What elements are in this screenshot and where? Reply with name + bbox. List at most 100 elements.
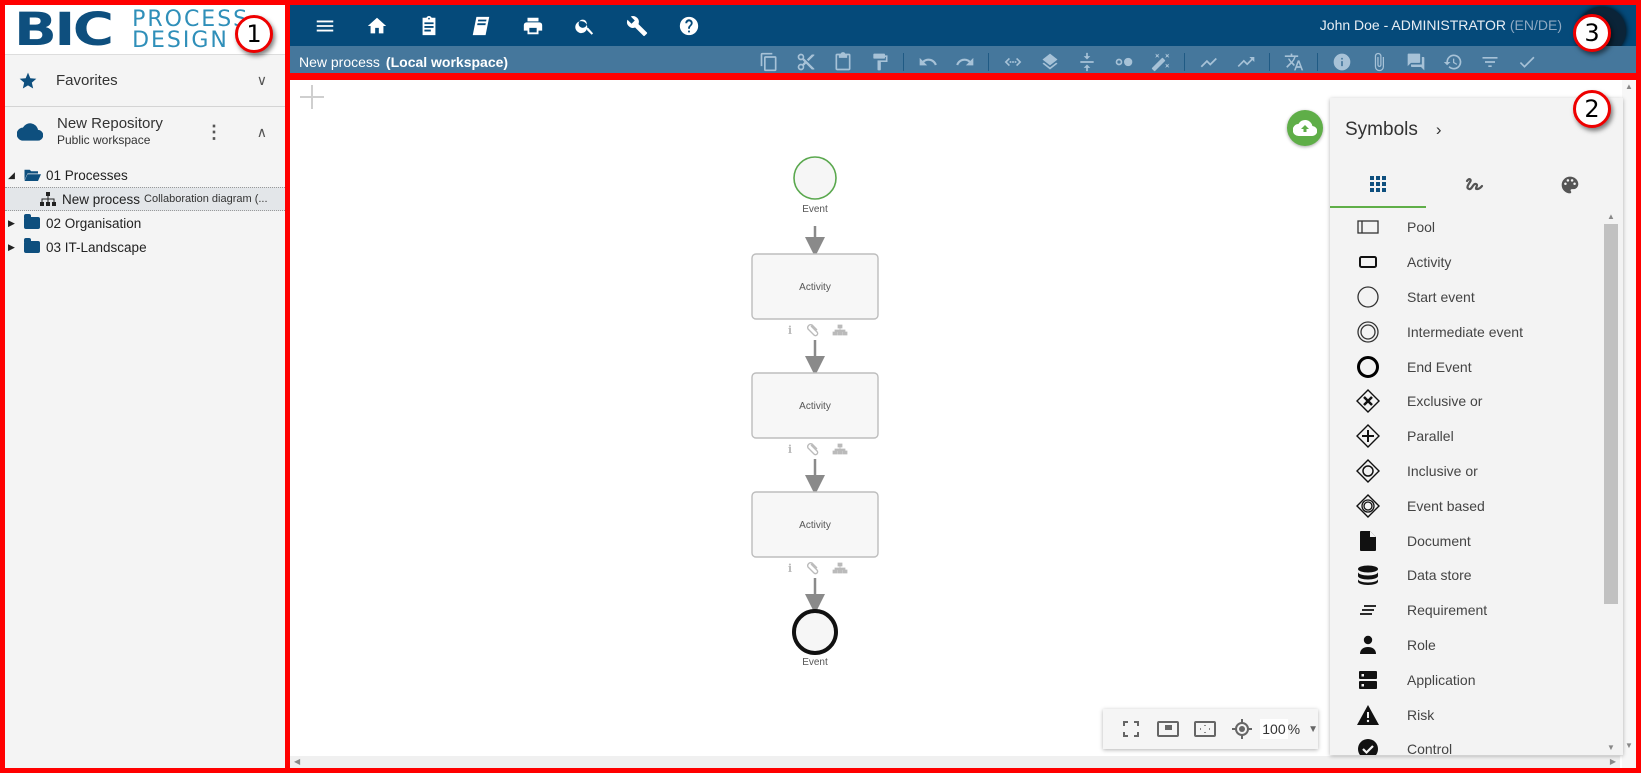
print-icon[interactable] xyxy=(507,5,559,46)
toggle-dots-icon[interactable] xyxy=(1105,46,1142,77)
hierarchy-icon[interactable] xyxy=(832,443,848,455)
check-icon[interactable] xyxy=(1508,46,1545,77)
symbol-item-data-store[interactable]: Data store xyxy=(1330,558,1623,593)
activity-label: Activity xyxy=(799,520,831,531)
more-vert-icon[interactable]: ⋮ xyxy=(205,122,223,143)
attachment-icon[interactable] xyxy=(1360,46,1397,77)
compress-icon[interactable] xyxy=(1068,46,1105,77)
search-icon[interactable] xyxy=(559,5,611,46)
symbol-item-role[interactable]: Role xyxy=(1330,628,1623,663)
tab-palette[interactable] xyxy=(1522,162,1618,208)
symbol-item-requirement[interactable]: Requirement xyxy=(1330,593,1623,628)
clipboard-icon[interactable] xyxy=(403,5,455,46)
menu-icon[interactable] xyxy=(299,5,351,46)
start-event[interactable] xyxy=(793,156,837,200)
start-event-label: Event xyxy=(802,204,828,215)
format-paint-icon[interactable] xyxy=(861,46,898,77)
scroll-down-icon[interactable]: ▼ xyxy=(1607,743,1615,752)
folder-open-icon xyxy=(24,169,41,181)
zoom-level-input[interactable]: 100 xyxy=(1260,719,1288,739)
tree-item-organisation[interactable]: ▶ 02 Organisation xyxy=(5,211,285,235)
center-button[interactable] xyxy=(1223,719,1260,739)
symbol-item-pool[interactable]: Pool xyxy=(1330,210,1623,245)
symbol-item-end-event[interactable]: End Event xyxy=(1330,349,1623,384)
symbol-item-activity[interactable]: Activity xyxy=(1330,245,1623,280)
symbol-item-risk[interactable]: Risk xyxy=(1330,697,1623,732)
collapsed-triangle-icon[interactable]: ▶ xyxy=(8,242,20,253)
symbol-item-inclusive-or[interactable]: Inclusive or xyxy=(1330,454,1623,489)
fit-to-screen-button[interactable] xyxy=(1187,721,1224,737)
info-icon[interactable]: i xyxy=(788,443,792,456)
user-info[interactable]: John Doe - ADMINISTRATOR (EN/DE) xyxy=(1320,17,1562,33)
scroll-down-icon[interactable]: ▼ xyxy=(1625,741,1633,750)
zoom-dropdown-icon[interactable]: ▼ xyxy=(1308,724,1318,735)
attachment-icon[interactable] xyxy=(807,443,819,456)
tree-item-it-landscape[interactable]: ▶ 03 IT-Landscape xyxy=(5,235,285,259)
home-icon[interactable] xyxy=(351,5,403,46)
symbols-scrollbar[interactable]: ▲ ▼ xyxy=(1604,212,1618,752)
wrench-icon[interactable] xyxy=(611,5,663,46)
edit-toolbar xyxy=(750,46,1545,77)
logo-brand: BIC xyxy=(14,3,114,56)
chevron-up-icon[interactable]: ∧ xyxy=(257,124,267,141)
horizontal-scrollbar[interactable]: ◀ ▶ xyxy=(290,756,1620,768)
toolbar-divider xyxy=(1184,52,1185,71)
cut-icon[interactable] xyxy=(787,46,824,77)
vertical-scrollbar[interactable]: ▲ ▼ xyxy=(1622,78,1636,768)
chevron-down-icon[interactable]: ∨ xyxy=(257,72,267,89)
hierarchy-icon[interactable] xyxy=(832,324,848,336)
book-icon[interactable] xyxy=(455,5,507,46)
hierarchy-icon[interactable] xyxy=(832,562,848,574)
scroll-left-icon[interactable]: ◀ xyxy=(294,757,300,766)
tree-item-processes[interactable]: ◢ 01 Processes xyxy=(5,163,285,187)
magic-wand-icon[interactable] xyxy=(1142,46,1179,77)
symbol-item-intermediate-event[interactable]: Intermediate event xyxy=(1330,314,1623,349)
info-icon[interactable]: i xyxy=(788,324,792,337)
repository-section[interactable]: New Repository Public workspace ⋮ ∧ xyxy=(5,107,285,157)
chevron-right-icon[interactable]: › xyxy=(1436,120,1442,140)
symbol-item-exclusive-or[interactable]: Exclusive or xyxy=(1330,384,1623,419)
tab-symbols-grid[interactable] xyxy=(1330,162,1426,208)
help-icon[interactable] xyxy=(663,5,715,46)
scroll-up-icon[interactable]: ▲ xyxy=(1607,212,1615,221)
language-indicator[interactable]: (EN/DE) xyxy=(1510,17,1562,33)
target-icon xyxy=(1231,719,1252,739)
end-event[interactable] xyxy=(792,609,838,655)
paste-icon[interactable] xyxy=(824,46,861,77)
trending-icon[interactable] xyxy=(1227,46,1264,77)
attachment-icon[interactable] xyxy=(807,562,819,575)
tree-item-new-process[interactable]: New process Collaboration diagram (... xyxy=(5,187,285,211)
undo-icon[interactable] xyxy=(909,46,946,77)
connect-icon[interactable] xyxy=(994,46,1031,77)
copy-icon[interactable] xyxy=(750,46,787,77)
minimap-button[interactable] xyxy=(1150,721,1187,737)
star-icon xyxy=(19,72,37,88)
translate-icon[interactable] xyxy=(1275,46,1312,77)
toolbar-divider xyxy=(903,52,904,71)
tab-freehand[interactable] xyxy=(1426,162,1522,208)
info-icon[interactable] xyxy=(1323,46,1360,77)
expanded-triangle-icon[interactable]: ◢ xyxy=(8,170,20,181)
symbol-item-event-based[interactable]: Event based xyxy=(1330,488,1623,523)
scroll-right-icon[interactable]: ▶ xyxy=(1610,757,1616,766)
filter-icon[interactable] xyxy=(1471,46,1508,77)
symbol-item-control[interactable]: Control xyxy=(1330,732,1623,755)
history-icon[interactable] xyxy=(1434,46,1471,77)
scroll-up-icon[interactable]: ▲ xyxy=(1625,82,1633,91)
symbol-item-start-event[interactable]: Start event xyxy=(1330,280,1623,315)
fullscreen-button[interactable] xyxy=(1113,721,1150,737)
upload-button[interactable] xyxy=(1287,110,1323,146)
redo-icon[interactable] xyxy=(946,46,983,77)
symbol-item-document[interactable]: Document xyxy=(1330,523,1623,558)
info-icon[interactable]: i xyxy=(788,562,792,575)
pool-icon xyxy=(1354,220,1382,235)
scrollbar-thumb[interactable] xyxy=(1604,224,1618,604)
symbol-item-application[interactable]: Application xyxy=(1330,662,1623,697)
favorites-section[interactable]: Favorites ∨ xyxy=(5,55,285,107)
layers-icon[interactable] xyxy=(1031,46,1068,77)
collapsed-triangle-icon[interactable]: ▶ xyxy=(8,218,20,229)
comments-icon[interactable] xyxy=(1397,46,1434,77)
timeline-icon[interactable] xyxy=(1190,46,1227,77)
symbol-item-parallel[interactable]: Parallel xyxy=(1330,419,1623,454)
attachment-icon[interactable] xyxy=(807,324,819,337)
